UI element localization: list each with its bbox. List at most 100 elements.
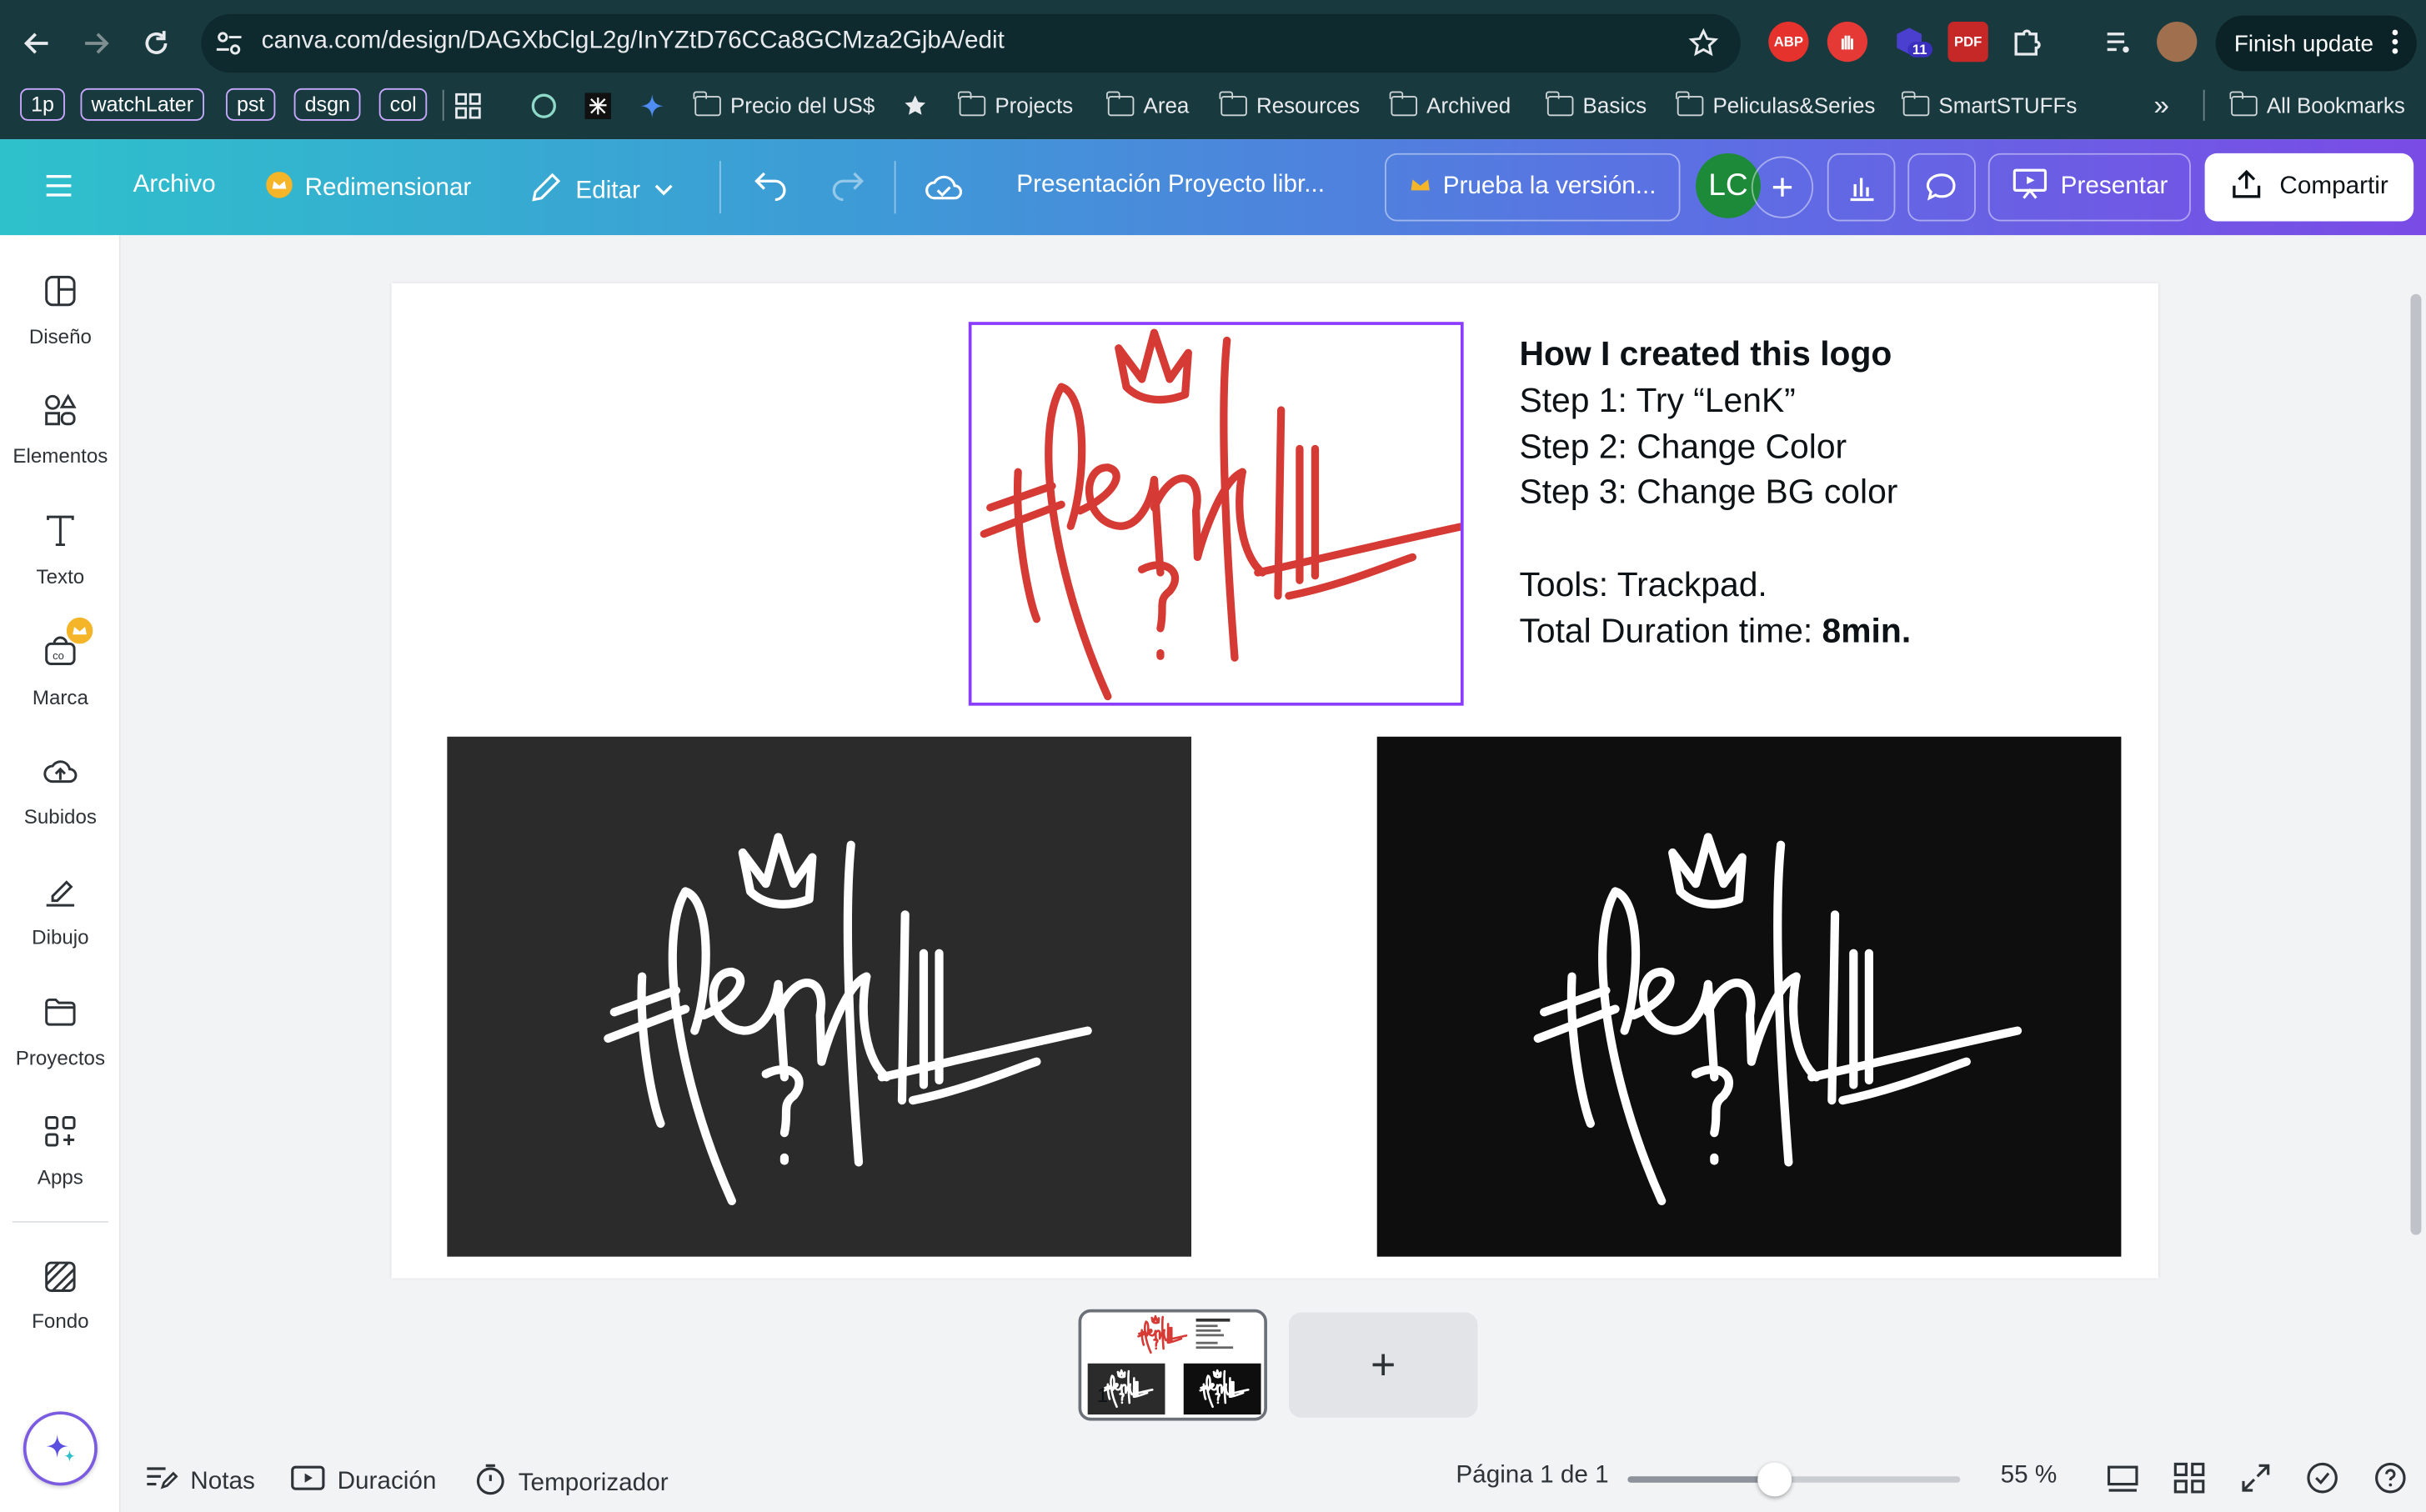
folder-icon: [42, 994, 79, 1035]
bookmark-star-item[interactable]: [902, 88, 929, 123]
site-settings-icon[interactable]: [215, 29, 243, 65]
folder-icon: [958, 90, 986, 116]
check-circle-icon[interactable]: [2305, 1461, 2339, 1495]
dark-gray-logo-panel[interactable]: [447, 736, 1192, 1257]
kebab-menu-icon[interactable]: [2392, 28, 2398, 62]
duracion-button[interactable]: Duración: [291, 1463, 436, 1501]
sidebar-item-proyectos[interactable]: Proyectos: [0, 994, 121, 1069]
page-thumbnail[interactable]: 1: [1078, 1309, 1267, 1421]
sidebar-item-fondo[interactable]: Fondo: [0, 1259, 121, 1333]
zoom-slider-track[interactable]: [1627, 1462, 1961, 1497]
fullscreen-icon[interactable]: [2238, 1461, 2273, 1495]
page-view-icon[interactable]: [2106, 1461, 2140, 1495]
archivo-menu[interactable]: Archivo: [133, 172, 216, 199]
temporizador-button[interactable]: Temporizador: [475, 1463, 669, 1504]
bookmark-pill-dsgn[interactable]: dsgn: [293, 88, 361, 121]
sidebar-item-elementos[interactable]: Elementos: [0, 392, 121, 468]
brand-icon: co: [42, 617, 93, 674]
bookmark-separator: [442, 89, 444, 121]
folder-icon: [2230, 90, 2258, 116]
sidebar-item-apps[interactable]: Apps: [0, 1113, 121, 1189]
comments-button[interactable]: [1907, 153, 1976, 222]
compartir-button[interactable]: Compartir: [2204, 153, 2414, 222]
chatgpt-icon[interactable]: [531, 88, 558, 123]
design-title[interactable]: Presentación Proyecto libr...: [1016, 172, 1325, 199]
black-logo-panel[interactable]: [1376, 736, 2122, 1257]
bookmark-folder-resources[interactable]: Resources: [1220, 88, 1360, 123]
sidebar-item-subidos[interactable]: Subidos: [0, 752, 121, 828]
duration-play-icon: [291, 1463, 325, 1501]
text-t-icon: [42, 513, 79, 554]
lenk-logo-white: [447, 737, 1191, 1257]
undo-icon[interactable]: [752, 168, 789, 206]
pdf-icon[interactable]: PDF: [1947, 21, 1988, 63]
slide-text-block[interactable]: How I created this logo Step 1: Try “Len…: [1519, 331, 1911, 653]
crown-badge-icon: [66, 617, 93, 648]
bookmark-pill-watchlater[interactable]: watchLater: [80, 88, 205, 121]
back-icon[interactable]: [9, 16, 65, 72]
folder-icon: [694, 90, 721, 116]
gemini-icon[interactable]: [639, 88, 665, 123]
tools-line: Tools: Trackpad.: [1519, 564, 1767, 604]
adblock-icon[interactable]: ABP: [1768, 21, 1809, 63]
bookmark-folder-smartstuffs[interactable]: SmartSTUFFs: [1902, 88, 2077, 123]
puzzle-icon[interactable]: [2007, 22, 2047, 62]
media-queue-icon[interactable]: [2098, 22, 2138, 62]
profile-avatar[interactable]: [2157, 21, 2198, 63]
grid-view-icon[interactable]: [2173, 1461, 2207, 1495]
svg-text:co: co: [53, 649, 64, 662]
sidebar-item-diseno[interactable]: Diseño: [0, 273, 121, 348]
add-page-button[interactable]: +: [1288, 1312, 1478, 1418]
insights-button[interactable]: [1827, 153, 1896, 222]
add-collaborator-button[interactable]: [1751, 156, 1814, 218]
left-sidebar: Diseño Elementos Texto co Marca Subidos …: [0, 235, 121, 1512]
background-pattern-icon: [43, 1259, 78, 1298]
finish-update-button[interactable]: Finish update: [2215, 15, 2417, 72]
sidebar-item-marca[interactable]: co Marca: [0, 617, 121, 708]
trial-button[interactable]: Prueba la versión...: [1385, 153, 1681, 222]
bookmark-pill-1p[interactable]: 1p: [20, 88, 66, 121]
cloud-saved-icon[interactable]: [924, 168, 964, 206]
redimensionar-button[interactable]: Redimensionar: [266, 172, 471, 206]
bookmark-folder-archived[interactable]: Archived: [1390, 88, 1511, 123]
draw-pen-icon: [42, 873, 79, 914]
bookmark-folder-precio[interactable]: Precio del US$: [694, 88, 875, 123]
bookmarks-overflow-icon[interactable]: »: [2153, 88, 2169, 123]
hamburger-menu-icon[interactable]: [43, 170, 74, 201]
editar-menu[interactable]: Editar: [529, 170, 674, 212]
bookmark-logo-icon[interactable]: [584, 88, 612, 123]
bookmark-folder-projects[interactable]: Projects: [958, 88, 1073, 123]
reload-icon[interactable]: [128, 16, 184, 72]
notas-button[interactable]: Notas: [144, 1463, 255, 1501]
editor-toolbar: Archivo Redimensionar Editar Presentació…: [0, 139, 2426, 236]
presentar-button[interactable]: Presentar: [1987, 153, 2191, 222]
address-bar[interactable]: canva.com/design/DAGXbClgL2g/InYZtD76CCa…: [201, 13, 1741, 73]
sidebar-item-dibujo[interactable]: Dibujo: [0, 873, 121, 949]
help-icon[interactable]: [2373, 1461, 2408, 1495]
vertical-scrollbar[interactable]: [2410, 293, 2422, 1235]
magic-ai-button[interactable]: [23, 1411, 98, 1486]
hand-stop-icon[interactable]: [1827, 21, 1868, 63]
apps-grid-icon[interactable]: [455, 88, 482, 123]
duration-line: Total Duration time: 8min.: [1519, 610, 1912, 650]
bookmark-folder-area[interactable]: Area: [1106, 88, 1189, 123]
url-text[interactable]: canva.com/design/DAGXbClgL2g/InYZtD76CCa…: [262, 28, 1005, 55]
zoom-level[interactable]: 55 %: [2001, 1463, 2058, 1490]
bookmark-star-icon[interactable]: [1688, 28, 1719, 66]
all-bookmarks-folder[interactable]: All Bookmarks: [2230, 88, 2405, 123]
step-3: Step 3: Change BG color: [1519, 473, 1898, 512]
bookmark-folder-peliculas[interactable]: Peliculas&Series: [1676, 88, 1875, 123]
crown-icon: [1409, 173, 1431, 201]
step-1: Step 1: Try “LenK”: [1519, 380, 1796, 419]
bookmark-pill-col[interactable]: col: [378, 88, 428, 121]
sidebar-divider: [12, 1220, 108, 1223]
sidebar-item-texto[interactable]: Texto: [0, 513, 121, 588]
redo-icon[interactable]: [830, 168, 867, 206]
bookmark-folder-basics[interactable]: Basics: [1546, 88, 1647, 123]
cloud-upload-icon: [42, 752, 79, 794]
extension-cube-icon[interactable]: 11: [1889, 22, 1932, 62]
selection-box: [968, 322, 1464, 706]
bookmark-pill-pst[interactable]: pst: [225, 88, 276, 121]
forward-icon[interactable]: [68, 16, 124, 72]
zoom-slider-thumb[interactable]: [1757, 1462, 1792, 1497]
